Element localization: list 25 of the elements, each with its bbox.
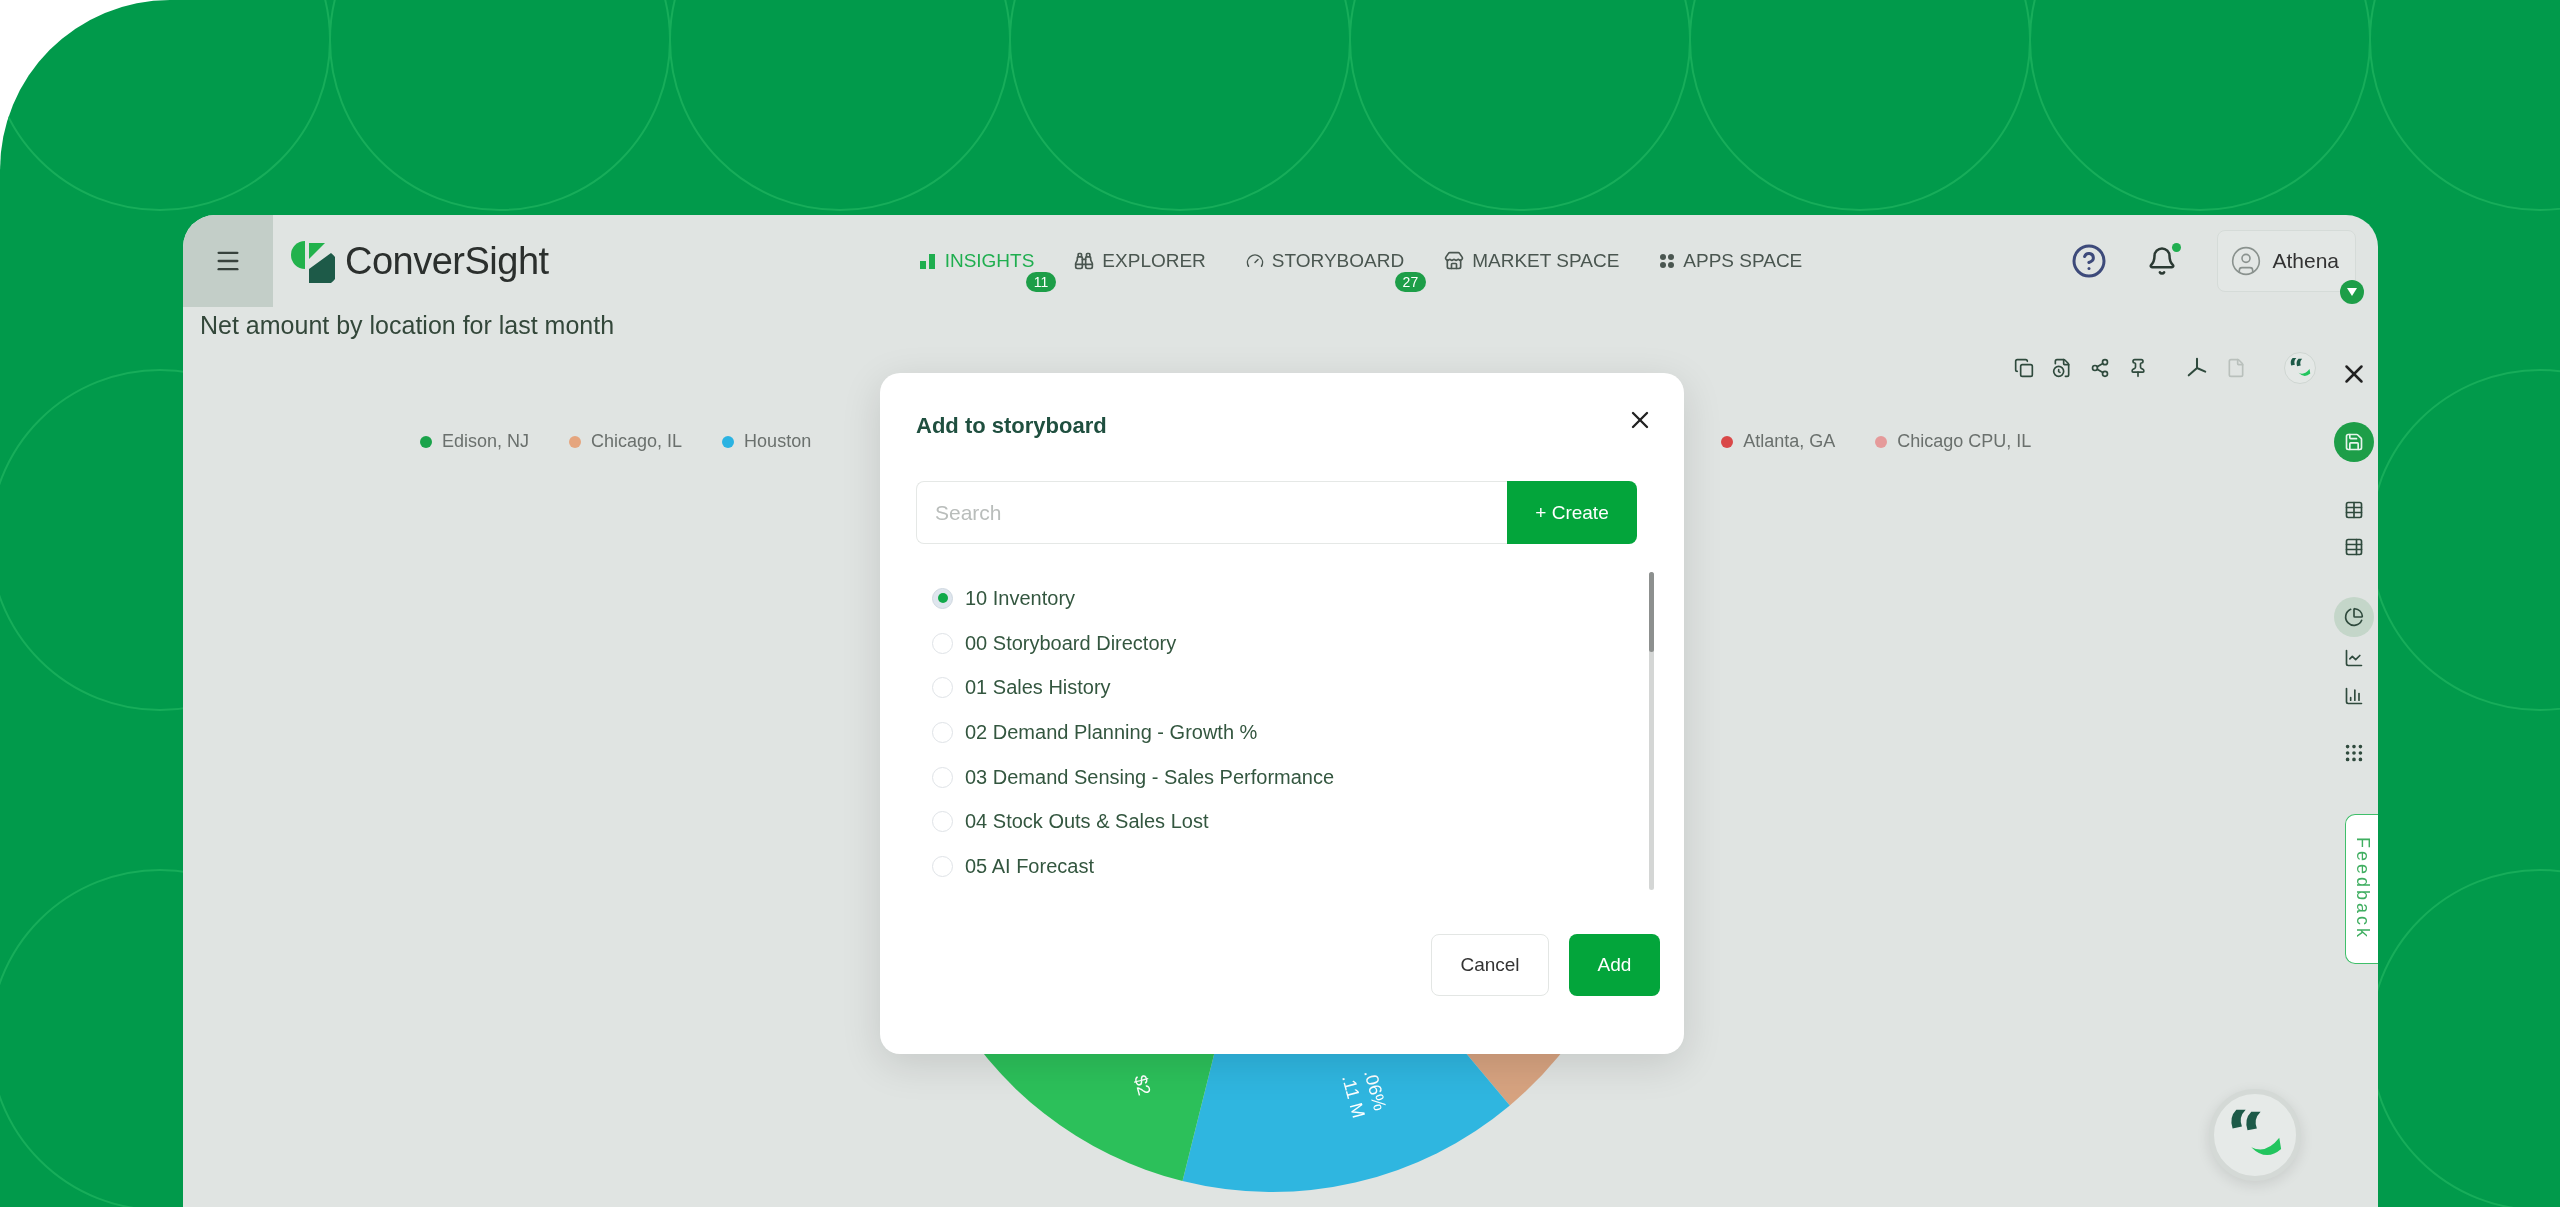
dialog-title: Add to storyboard	[916, 413, 1107, 439]
count-badge: 11	[1025, 272, 1057, 292]
count-badge: 27	[1394, 272, 1427, 292]
nav-tab[interactable]: EXPLORER	[1074, 250, 1206, 272]
storyboard-option[interactable]: 03 Demand Sensing - Sales Performance	[916, 754, 1649, 800]
storyboard-option[interactable]: 02 Demand Planning - Growth %	[916, 710, 1649, 755]
nav-tab[interactable]: STORYBOARD	[1245, 250, 1405, 272]
storyboard-option[interactable]: 04 Stock Outs & Sales Lost	[916, 799, 1649, 845]
cancel-button[interactable]: Cancel	[1431, 934, 1549, 996]
storyboard-option[interactable]: 10 Inventory	[916, 576, 1649, 621]
legend-label: Edison, NJ	[442, 431, 530, 452]
brand-name: ConverSight	[345, 239, 549, 283]
nav-tab[interactable]: MARKET SPACE	[1444, 250, 1620, 272]
nav-tab[interactable]: APPS SPACE	[1659, 250, 1803, 272]
storyboard-option[interactable]: 05 AI Forecast	[916, 844, 1649, 889]
storyboard-option[interactable]: 01 Sales History	[916, 665, 1649, 711]
chart-title: Net amount by location for last month	[200, 311, 616, 340]
legend-label: Houston	[744, 431, 812, 452]
search-field[interactable]: Search	[916, 481, 1507, 544]
legend-label: Chicago, IL	[591, 431, 683, 452]
slice-label: $2	[1129, 1072, 1155, 1098]
legend-label: Chicago CPU, IL	[1897, 431, 2032, 452]
storyboard-option[interactable]: 00 Storyboard Directory	[916, 620, 1649, 666]
legend-label: Atlanta, GA	[1743, 431, 1836, 452]
user-menu-button[interactable]: Athena	[2217, 230, 2356, 292]
